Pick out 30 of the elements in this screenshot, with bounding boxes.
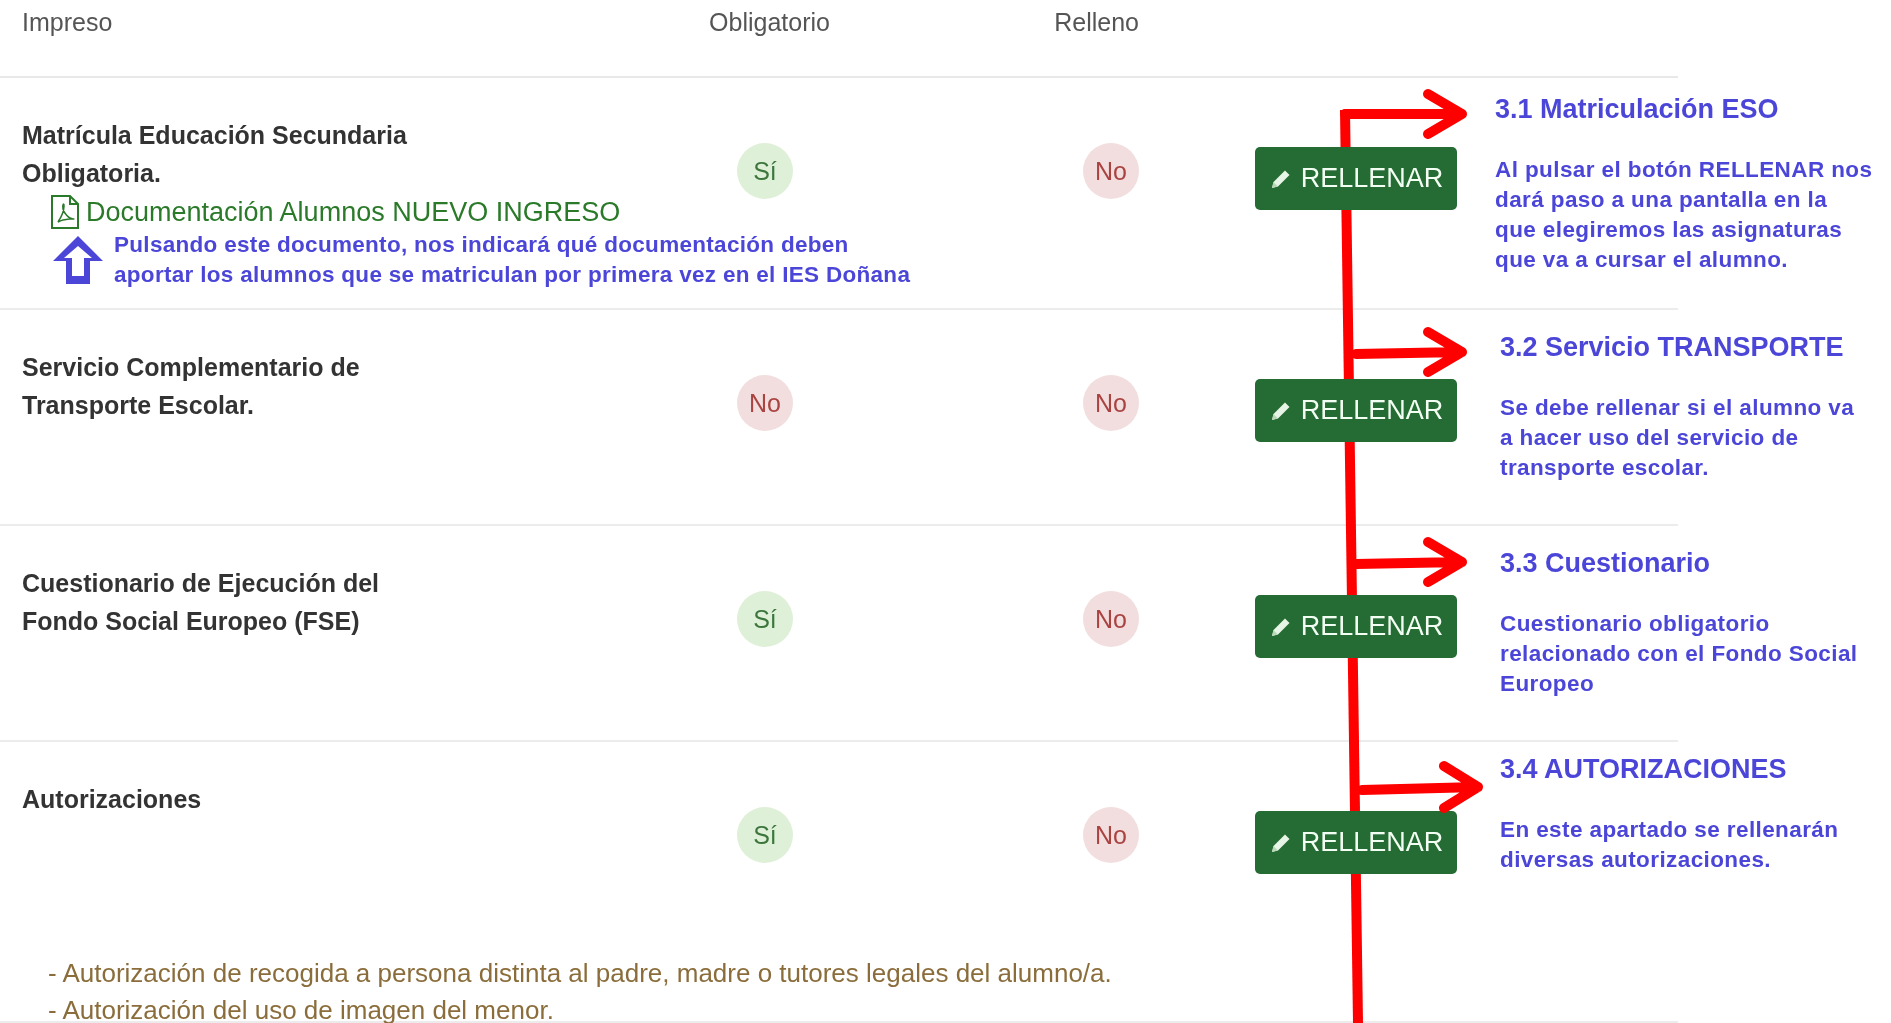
form-title: Cuestionario de Ejecución del Fondo Social Europeo (FSE) (22, 568, 381, 637)
annotation-text: Se debe rellenar si el alumno va a hacer uso del servicio de transporte escolar. (1500, 394, 1855, 482)
form-title: Servicio Complementario de Transporte Escolar. (22, 352, 361, 421)
annotation-text: En este apartado se rellenarán diversas autorizaciones. (1500, 816, 1839, 874)
form-title: Matrícula Educación Secundaria Obligatoria. (22, 120, 408, 189)
fill-button[interactable]: RELLENAR (1255, 147, 1457, 210)
fill-button[interactable]: RELLENAR (1255, 811, 1457, 874)
status-badge: No (1083, 143, 1139, 199)
status-badge: Sí (737, 591, 793, 647)
status-badge: No (1083, 591, 1139, 647)
form-title: Autorizaciones (22, 784, 203, 815)
status-badge: No (1083, 375, 1139, 431)
document-link[interactable]: Documentación Alumnos NUEVO INGRESO (86, 196, 621, 228)
fill-button[interactable]: RELLENAR (1255, 595, 1457, 658)
authorization-item: - Autorización de recogida a persona distinta al padre, madre o tutores legales del alumno/a. (48, 958, 1112, 989)
annotation-heading: 3.4 AUTORIZACIONES (1500, 754, 1788, 785)
status-badge: Sí (737, 807, 793, 863)
annotation-heading: 3.2 Servicio TRANSPORTE (1500, 332, 1845, 363)
status-badge: Sí (737, 143, 793, 199)
annotation-heading: 3.1 Matriculación ESO (1495, 94, 1780, 125)
column-header: Impreso (21, 8, 113, 37)
annotation-note: Pulsando este documento, nos indicará qué documentación deben aportar los alumnos que se matriculan por primera vez en el IES Doñana (114, 231, 911, 289)
annotation-text: Cuestionario obligatorio relacionado con el Fondo Social Europeo (1500, 610, 1858, 698)
status-badge: No (1083, 807, 1139, 863)
column-header: Obligatorio (709, 8, 830, 37)
status-badge: No (737, 375, 793, 431)
annotation-heading: 3.3 Cuestionario (1500, 548, 1712, 579)
fill-button[interactable]: RELLENAR (1255, 379, 1457, 442)
annotation-text: Al pulsar el botón RELLENAR nos dará paso a una pantalla en la que elegiremos las asignaturas que va a cursar el alumno. (1495, 156, 1873, 274)
column-header: Relleno (1054, 8, 1139, 37)
